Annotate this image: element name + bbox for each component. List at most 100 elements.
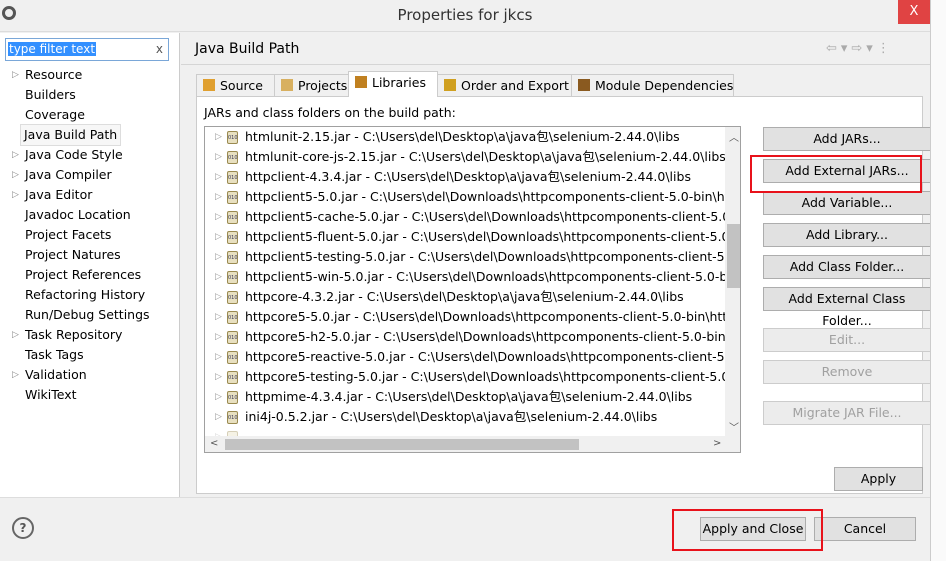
list-item[interactable]: ▷ 010 httpclient5-5.0.jar - C:\Users\del\D… <box>205 187 725 207</box>
add-jars-button[interactable]: Add JARs... <box>763 127 931 151</box>
scroll-up-icon[interactable]: ︿ <box>729 129 739 144</box>
list-item[interactable]: ▷ 010 httpmime-4.3.4.jar - C:\Users\del\De… <box>205 387 725 407</box>
tab[interactable]: Projects <box>274 74 349 96</box>
sidebar-item[interactable]: Java Build Path <box>19 124 122 146</box>
clear-filter-icon[interactable]: x <box>156 42 163 56</box>
sidebar-item[interactable]: ▷ Resource <box>12 65 82 85</box>
sidebar-item[interactable]: WikiText <box>25 385 77 405</box>
add-class-folder-button[interactable]: Add Class Folder... <box>763 255 931 279</box>
sidebar-item-label: Java Editor <box>25 187 93 202</box>
sidebar-item[interactable]: Project References <box>25 265 141 285</box>
filter-input[interactable]: type filter text x <box>5 38 169 61</box>
highlight-box <box>750 155 922 193</box>
expand-arrow-icon[interactable]: ▷ <box>215 147 222 167</box>
list-item[interactable]: ▷ 010 httpcore5-h2-5.0.jar - C:\Users\del\… <box>205 327 725 347</box>
panel-label: JARs and class folders on the build path… <box>204 105 456 120</box>
window-title: Properties for jkcs <box>397 6 533 24</box>
jar-list[interactable]: ▷ 010 htmlunit-2.15.jar - C:\Users\del\Des… <box>204 126 741 453</box>
sidebar-item[interactable]: Project Natures <box>25 245 121 265</box>
expand-arrow-icon[interactable]: ▷ <box>12 185 19 205</box>
history-nav-arrows-icon[interactable]: ⇦▾⇨▾⋮ <box>826 41 894 56</box>
sidebar-item[interactable]: ▷ Validation <box>12 365 87 385</box>
sidebar-item[interactable]: ▷ Java Editor <box>12 185 93 205</box>
expand-arrow-icon[interactable]: ▷ <box>215 327 222 347</box>
expand-arrow-icon[interactable]: ▷ <box>215 207 222 227</box>
sidebar-item[interactable]: Project Facets <box>25 225 111 245</box>
expand-arrow-icon[interactable]: ▷ <box>215 387 222 407</box>
sidebar-item-label: Refactoring History <box>25 287 146 302</box>
tab[interactable]: Order and Export <box>437 74 572 96</box>
tab[interactable]: Source <box>196 74 275 96</box>
sidebar-item[interactable]: Refactoring History <box>25 285 145 305</box>
expand-arrow-icon[interactable]: ▷ <box>12 65 19 85</box>
jar-icon: 010 <box>227 351 238 364</box>
list-item[interactable]: ▷ 010 htmlunit-core-js-2.15.jar - C:\Users… <box>205 147 725 167</box>
expand-arrow-icon[interactable]: ▷ <box>12 325 19 345</box>
vertical-scroll-thumb[interactable] <box>727 224 740 288</box>
jar-path: htmlunit-2.15.jar - C:\Users\del\Desktop… <box>245 129 680 144</box>
expand-arrow-icon[interactable]: ▷ <box>215 267 222 287</box>
expand-arrow-icon[interactable]: ▷ <box>215 407 222 427</box>
add-external-class-folder-button[interactable]: Add External Class Folder... <box>763 287 931 328</box>
sidebar-item[interactable]: Run/Debug Settings <box>25 305 150 325</box>
list-item[interactable]: ▷ 010 httpclient5-testing-5.0.jar - C:\Use… <box>205 247 725 267</box>
expand-arrow-icon[interactable]: ▷ <box>215 287 222 307</box>
module-icon <box>578 79 590 91</box>
sidebar-item[interactable]: Builders <box>25 85 76 105</box>
help-icon[interactable]: ? <box>12 517 34 539</box>
tab[interactable]: Module Dependencies <box>571 74 734 96</box>
scroll-down-icon[interactable]: ﹀ <box>729 419 739 434</box>
background-window <box>930 0 946 561</box>
remove-button[interactable]: Remove <box>763 360 931 384</box>
cancel-button[interactable]: Cancel <box>814 517 916 541</box>
edit-button[interactable]: Edit... <box>763 328 931 352</box>
expand-arrow-icon[interactable]: ▷ <box>215 227 222 247</box>
jar-path: httpclient5-5.0.jar - C:\Users\del\Downl… <box>245 189 725 204</box>
expand-arrow-icon[interactable]: ▷ <box>215 127 222 147</box>
jar-path: htmlunit-core-js-2.15.jar - C:\Users\del… <box>245 149 725 164</box>
list-item[interactable]: ▷ 010 ini4j-0.5.2.jar - C:\Users\del\Deskt… <box>205 407 725 427</box>
scroll-left-icon[interactable]: < <box>210 438 218 449</box>
list-item[interactable]: ▷ 010 httpclient5-cache-5.0.jar - C:\Users… <box>205 207 725 227</box>
sidebar-item[interactable]: Task Tags <box>25 345 84 365</box>
horizontal-scroll-thumb[interactable] <box>225 439 579 450</box>
jar-path: httpclient-4.3.4.jar - C:\Users\del\Desk… <box>245 169 691 184</box>
expand-arrow-icon[interactable]: ▷ <box>215 247 222 267</box>
expand-arrow-icon[interactable]: ▷ <box>215 167 222 187</box>
expand-arrow-icon[interactable]: ▷ <box>12 165 19 185</box>
add-library-button[interactable]: Add Library... <box>763 223 931 247</box>
expand-arrow-icon[interactable]: ▷ <box>12 365 19 385</box>
list-item[interactable]: ▷ 010 htmlunit-2.15.jar - C:\Users\del\Des… <box>205 127 725 147</box>
sidebar-item-label: Task Repository <box>25 327 123 342</box>
sidebar-item[interactable]: ▷ Java Code Style <box>12 145 123 165</box>
add-variable-button[interactable]: Add Variable... <box>763 191 931 215</box>
sidebar-item[interactable]: ▷ Java Compiler <box>12 165 112 185</box>
sidebar-item[interactable]: Coverage <box>25 105 85 125</box>
tab[interactable]: Libraries <box>348 71 438 97</box>
list-item[interactable]: ▷ 010 httpclient-4.3.4.jar - C:\Users\del\… <box>205 167 725 187</box>
list-item[interactable]: ▷ 010 httpclient5-fluent-5.0.jar - C:\User… <box>205 227 725 247</box>
jar-icon: 010 <box>227 311 238 324</box>
list-item[interactable]: ▷ 010 httpcore5-testing-5.0.jar - C:\Users… <box>205 367 725 387</box>
expand-arrow-icon[interactable]: ▷ <box>215 367 222 387</box>
expand-arrow-icon[interactable]: ▷ <box>12 145 19 165</box>
list-item[interactable]: ▷ 010 httpcore5-reactive-5.0.jar - C:\User… <box>205 347 725 367</box>
sidebar-item-label: Project Natures <box>25 247 121 262</box>
sidebar-item[interactable]: ▷ Task Repository <box>12 325 123 345</box>
libraries-panel: JARs and class folders on the build path… <box>196 96 931 494</box>
close-button[interactable]: X <box>898 0 930 24</box>
list-item[interactable]: ▷ 010 httpclient5-win-5.0.jar - C:\Users\d… <box>205 267 725 287</box>
apply-button[interactable]: Apply <box>834 467 923 491</box>
list-item[interactable]: ▷ 010 httpcore-4.3.2.jar - C:\Users\del\De… <box>205 287 725 307</box>
jar-icon: 010 <box>227 331 238 344</box>
migrate-jar-button[interactable]: Migrate JAR File... <box>763 401 931 425</box>
sidebar-item[interactable]: Javadoc Location <box>25 205 131 225</box>
expand-arrow-icon[interactable]: ▷ <box>215 187 222 207</box>
scroll-right-icon[interactable]: > <box>713 438 721 449</box>
sidebar-item-label: Builders <box>25 87 76 102</box>
sidebar-item-label: Project Facets <box>25 227 112 242</box>
expand-arrow-icon[interactable]: ▷ <box>215 347 222 367</box>
expand-arrow-icon[interactable]: ▷ <box>215 307 222 327</box>
list-item[interactable]: ▷ 010 httpcore5-5.0.jar - C:\Users\del\Dow… <box>205 307 725 327</box>
jar-icon: 010 <box>227 251 238 264</box>
